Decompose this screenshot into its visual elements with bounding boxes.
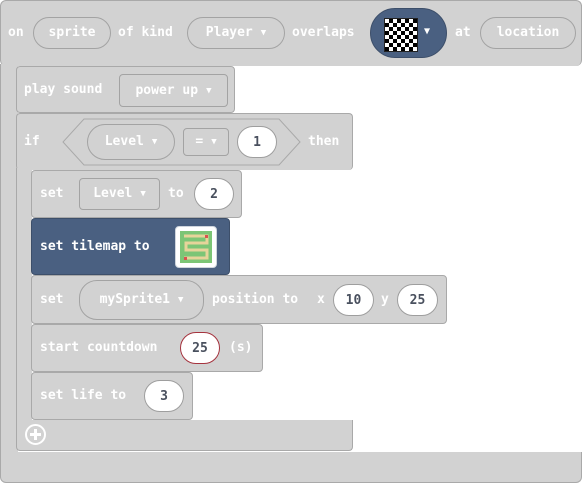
- countdown-value-input[interactable]: 25: [180, 332, 220, 364]
- sound-dropdown[interactable]: power up ▼: [119, 74, 228, 107]
- operator-dropdown[interactable]: = ▼: [183, 128, 229, 156]
- x-label: x: [317, 292, 325, 307]
- on-label: on: [8, 25, 24, 40]
- event-block-footer: [0, 452, 582, 483]
- set-label: set: [40, 186, 64, 201]
- sprite-variable-dropdown[interactable]: mySprite1 ▼: [79, 280, 204, 320]
- x-value-input[interactable]: 10: [333, 284, 374, 316]
- level-variable-dropdown[interactable]: Level ▼: [87, 124, 175, 160]
- play-sound-label: play sound: [24, 82, 103, 97]
- sprite-label: sprite: [48, 25, 96, 40]
- sound-value: power up: [135, 82, 199, 98]
- set-label: set: [40, 292, 64, 307]
- plus-circle-icon[interactable]: [25, 424, 46, 445]
- set-level-value-input[interactable]: 2: [194, 178, 234, 210]
- life-value-input[interactable]: 3: [144, 380, 184, 412]
- sprite-kind-target-field[interactable]: sprite: [33, 17, 111, 49]
- y-value-input[interactable]: 25: [397, 284, 438, 316]
- if-label: if: [24, 134, 40, 149]
- set-variable-value: Level: [93, 186, 133, 201]
- set-life-label: set life to: [40, 388, 127, 403]
- to-label: to: [168, 186, 184, 201]
- position-to-label: position to: [212, 292, 299, 307]
- sprite-variable-value: mySprite1: [99, 292, 171, 307]
- set-variable-dropdown[interactable]: Level ▼: [79, 178, 160, 210]
- chevron-down-icon: ▼: [206, 85, 212, 96]
- overlaps-label: overlaps: [292, 25, 355, 40]
- set-tilemap-label: set tilemap to: [40, 239, 150, 254]
- operator-value: =: [195, 134, 204, 149]
- location-label: location: [496, 25, 560, 40]
- start-countdown-label: start countdown: [40, 340, 158, 355]
- at-label: at: [455, 25, 471, 40]
- location-field[interactable]: location: [480, 17, 576, 49]
- then-label: then: [308, 134, 340, 149]
- seconds-unit-label: (s): [229, 340, 253, 355]
- chevron-down-icon: ▼: [211, 137, 217, 147]
- chevron-down-icon: ▼: [140, 189, 146, 199]
- tile-dropdown[interactable]: ▼: [370, 8, 447, 58]
- level-variable-value: Level: [104, 134, 144, 149]
- chevron-down-icon: ▼: [151, 137, 158, 147]
- chevron-down-icon: ▼: [178, 295, 184, 305]
- tilemap-thumbnail-icon[interactable]: [175, 226, 217, 268]
- checkerboard-tile-icon: [384, 18, 418, 52]
- kind-value: Player: [205, 25, 253, 40]
- if-block-left-rail: [16, 168, 32, 422]
- y-label: y: [381, 292, 389, 307]
- if-block-footer: [16, 420, 353, 451]
- compare-value-input[interactable]: 1: [237, 126, 277, 158]
- chevron-down-icon: ▼: [260, 28, 267, 38]
- kind-dropdown[interactable]: Player ▼: [187, 17, 285, 49]
- chevron-down-icon: ▼: [424, 26, 431, 37]
- of-kind-label: of kind: [118, 25, 173, 40]
